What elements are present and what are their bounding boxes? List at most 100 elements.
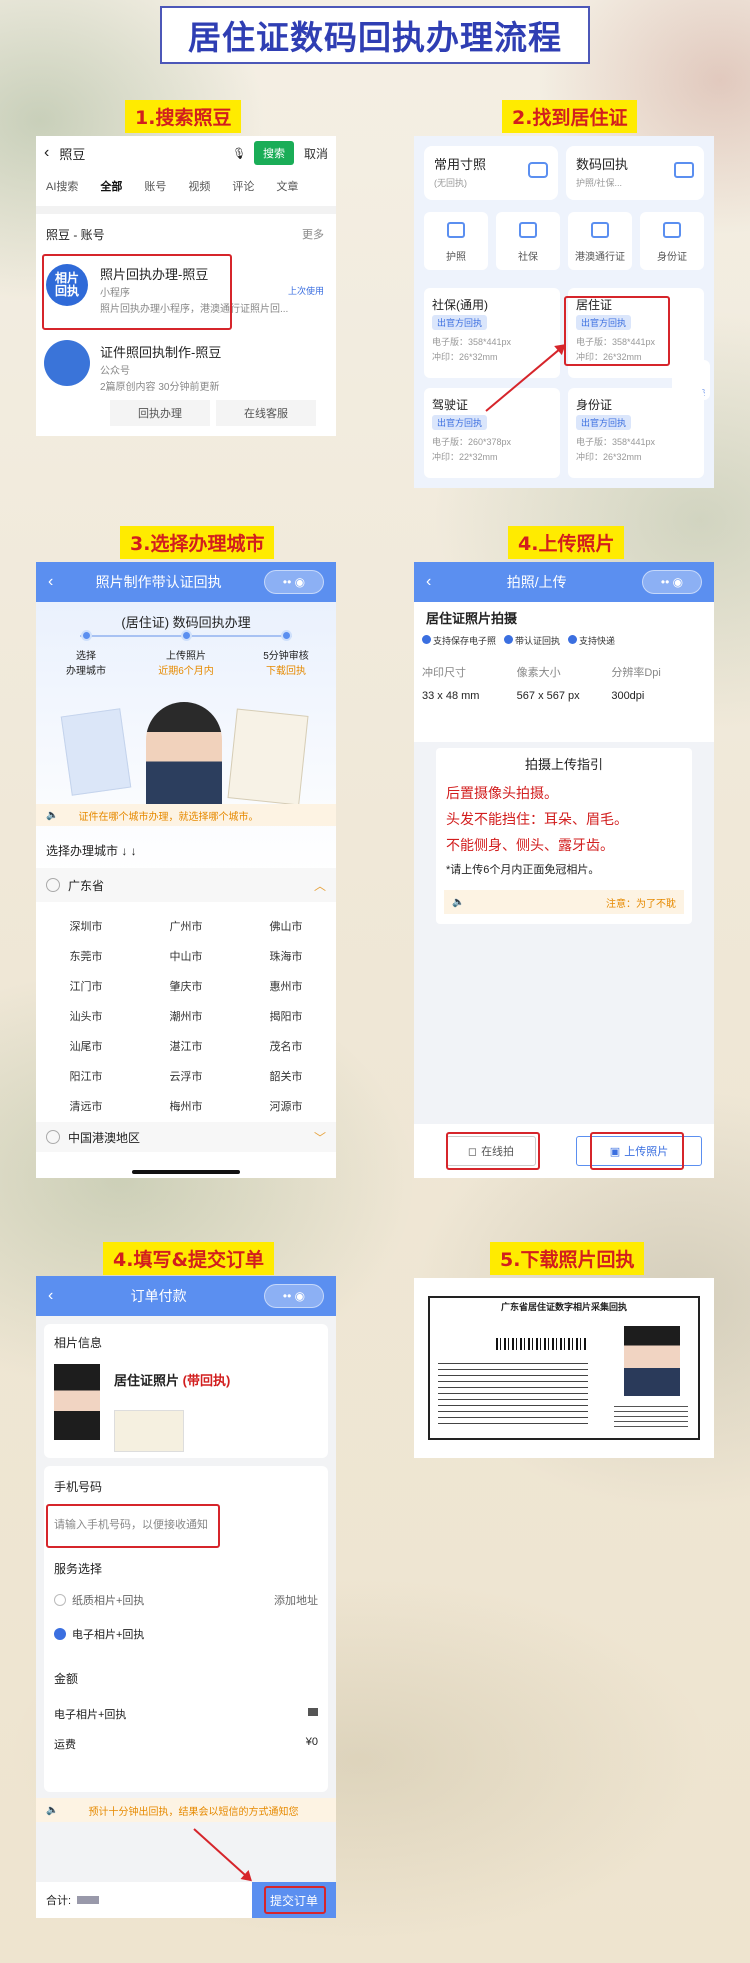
mic-icon[interactable]: 🎙	[232, 147, 246, 160]
search-button[interactable]: 搜索	[253, 141, 294, 165]
guide-notice: 🔈 注意：为了不耽	[444, 890, 684, 914]
add-address-link[interactable]: 添加地址	[274, 1592, 318, 1608]
item-mm: 冲印：26*32mm	[576, 452, 642, 462]
idcard-icon	[663, 222, 681, 238]
spec-col: 像素大小	[516, 667, 561, 679]
city-option[interactable]: 河源市	[236, 1098, 336, 1114]
city-option[interactable]: 中山市	[136, 948, 236, 964]
city-heading: (居住证) 数码回执办理	[121, 615, 251, 630]
option-paper[interactable]: 纸质相片+回执 添加地址	[54, 1592, 318, 1608]
guide-line-1: 后置摄像头拍摄。	[446, 785, 558, 801]
handle-receipt-button[interactable]: 回执办理	[110, 400, 210, 426]
city-option[interactable]: 广州市	[136, 918, 236, 934]
back-icon[interactable]: ‹	[44, 144, 49, 162]
highlight-upload	[590, 1132, 684, 1170]
card-common-photo[interactable]: 常用寸照 (无回执)	[424, 146, 558, 200]
guide-title: 拍摄上传指引	[524, 757, 603, 772]
city-option[interactable]: 云浮市	[136, 1068, 236, 1084]
highlight-submit	[264, 1886, 326, 1914]
city-header-title: 照片制作带认证回执	[95, 574, 222, 590]
city-option[interactable]: 珠海市	[236, 948, 336, 964]
feature-3: 支持快递	[568, 634, 615, 647]
tab-ai[interactable]: AI搜索	[46, 178, 78, 194]
city-option[interactable]: 肇庆市	[136, 978, 236, 994]
tab-account[interactable]: 账号	[144, 178, 166, 194]
menu-capsule[interactable]: •• ◉	[642, 570, 702, 594]
official-tag: 出官方回执	[432, 315, 488, 330]
receipt-text-block	[438, 1358, 588, 1428]
city-option[interactable]: 湛江市	[136, 1038, 236, 1054]
type-social[interactable]: 社保	[496, 212, 560, 270]
tab-comment[interactable]: 评论	[232, 178, 254, 194]
menu-capsule[interactable]: •• ◉	[264, 570, 324, 594]
tab-article[interactable]: 文章	[276, 178, 298, 194]
city-option[interactable]: 茂名市	[236, 1038, 336, 1054]
flow-step-2-b: 近期6个月内	[158, 666, 214, 677]
tab-all[interactable]: 全部	[100, 178, 122, 194]
card-digital-receipt[interactable]: 数码回执 护照/社保...	[566, 146, 704, 200]
option-digital-label: 电子相片+回执	[72, 1629, 145, 1641]
item-driver-license[interactable]: 驾驶证 出官方回执 电子版：260*378px 冲印：22*32mm	[424, 388, 560, 478]
city-option[interactable]: 佛山市	[236, 918, 336, 934]
online-service-button[interactable]: 在线客服	[216, 400, 316, 426]
page-title-box: 居住证数码回执办理流程	[160, 6, 590, 64]
product-title: 居住证照片	[114, 1373, 180, 1388]
city-option[interactable]: 揭阳市	[236, 1008, 336, 1024]
receipt-notes	[614, 1402, 688, 1430]
search-query[interactable]: 照豆	[59, 144, 232, 163]
flow-step-3-b: 下载回执	[266, 666, 306, 677]
city-option[interactable]: 潮州市	[136, 1008, 236, 1024]
radio-unchecked-icon[interactable]	[54, 1594, 66, 1606]
type-idcard[interactable]: 身份证	[640, 212, 704, 270]
type-passport-label: 护照	[446, 252, 466, 263]
flow-step-3: 5分钟审核 下载回执	[246, 630, 326, 677]
spec-table: 冲印尺寸 像素大小 分辨率Dpi 33 x 48 mm 567 x 567 px…	[422, 664, 706, 702]
order-notice: 🔈 预计十分钟出回执，结果会以短信的方式通知您	[36, 1798, 336, 1822]
region-row[interactable]: 中国港澳地区 ﹀	[36, 1122, 336, 1152]
menu-capsule[interactable]: •• ◉	[264, 1284, 324, 1308]
shipping-fee: ¥0	[305, 1736, 318, 1748]
highlight-shoot	[446, 1132, 540, 1170]
result2-desc: 2篇原创内容 30分钟前更新	[100, 382, 220, 393]
spec-col: 分辨率Dpi	[611, 667, 661, 679]
barcode	[496, 1338, 586, 1350]
home-indicator	[132, 1170, 240, 1174]
type-hk-pass[interactable]: 港澳通行证	[568, 212, 632, 270]
city-option[interactable]: 深圳市	[36, 918, 136, 934]
spec-col: 冲印尺寸	[422, 667, 466, 679]
city-option[interactable]: 东莞市	[36, 948, 136, 964]
city-option[interactable]: 汕尾市	[36, 1038, 136, 1054]
cancel-button[interactable]: 取消	[304, 145, 328, 162]
tab-video[interactable]: 视频	[188, 178, 210, 194]
official-tag: 出官方回执	[576, 415, 632, 430]
chevron-up-icon[interactable]: ︿	[314, 877, 326, 894]
guide-line-2: 头发不能挡住：耳朵、眉毛。	[446, 811, 628, 827]
account-avatar	[44, 340, 90, 386]
flow-step-1-b: 办理城市	[66, 666, 106, 677]
city-option[interactable]: 汕头市	[36, 1008, 136, 1024]
spec-val: 33 x 48 mm	[422, 690, 480, 702]
item-name: 社保(通用)	[432, 298, 488, 312]
city-option[interactable]: 韶关市	[236, 1068, 336, 1084]
step-label-5: 4.填写&提交订单	[103, 1242, 275, 1275]
product-tag: (带回执)	[182, 1373, 231, 1388]
option-digital[interactable]: 电子相片+回执	[54, 1626, 144, 1642]
camera-icon	[528, 162, 548, 178]
check-icon	[504, 635, 514, 644]
more-link[interactable]: 更多	[302, 226, 324, 242]
result2-title[interactable]: 证件照回执制作-照豆	[100, 342, 221, 361]
step-label-1: 1.搜索照豆	[125, 100, 242, 133]
city-option[interactable]: 惠州市	[236, 978, 336, 994]
city-option[interactable]: 阳江市	[36, 1068, 136, 1084]
city-option[interactable]: 梅州市	[136, 1098, 236, 1114]
radio-checked-icon[interactable]	[54, 1628, 66, 1640]
option-paper-label: 纸质相片+回执	[72, 1595, 145, 1607]
highlight-residence	[564, 296, 670, 366]
spec-val: 567 x 567 px	[516, 690, 580, 702]
item-id-card[interactable]: 身份证 出官方回执 电子版：358*441px 冲印：26*32mm	[568, 388, 704, 478]
chevron-down-icon[interactable]: ﹀	[314, 1129, 326, 1146]
province-row[interactable]: 广东省 ︿	[36, 868, 336, 902]
city-option[interactable]: 清远市	[36, 1098, 136, 1114]
city-option[interactable]: 江门市	[36, 978, 136, 994]
type-passport[interactable]: 护照	[424, 212, 488, 270]
